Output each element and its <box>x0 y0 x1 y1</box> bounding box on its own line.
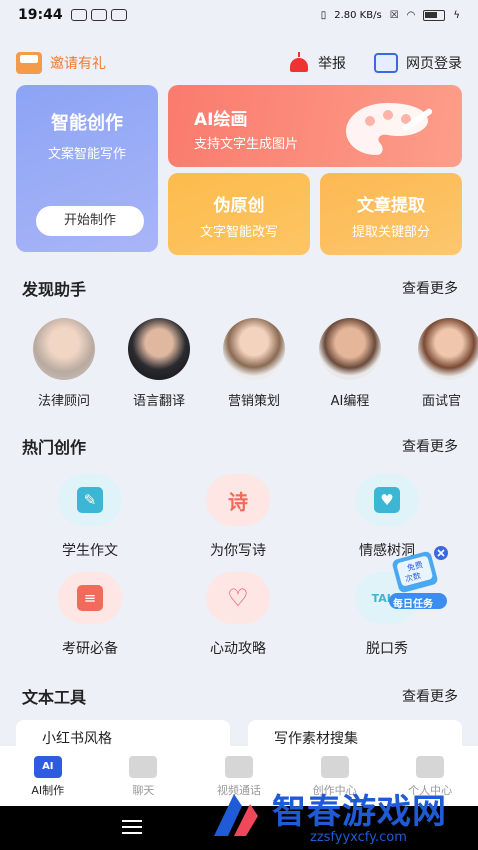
status-time: 19:44 <box>18 7 63 23</box>
discover-more-link[interactable]: 查看更多 <box>402 278 458 298</box>
tools-more-link[interactable]: 查看更多 <box>402 686 458 706</box>
hot-item-exam[interactable]: ≡ 考研必备 <box>35 572 145 658</box>
tools-title: 文本工具 <box>22 688 87 707</box>
top-bar: 邀请有礼 举报 网页登录 <box>16 48 462 78</box>
watermark-text: 智春游戏网 <box>272 792 447 832</box>
battery-icon <box>423 9 446 21</box>
discover-title: 发现助手 <box>22 280 87 299</box>
pencil-icon: ✎ <box>77 487 103 513</box>
assistant-label: AI编程 <box>330 394 370 409</box>
tools-header: 文本工具 查看更多 <box>22 684 458 708</box>
start-create-button[interactable]: 开始制作 <box>36 206 144 236</box>
chat-heart-icon: ♥ <box>374 487 400 513</box>
assistant-label: 面试官 <box>422 394 462 409</box>
envelope-icon <box>16 52 42 74</box>
assistant-lawyer[interactable]: 法律顾问 <box>24 318 104 409</box>
hot-item-essay[interactable]: ✎ 学生作文 <box>35 474 145 560</box>
nav-ai-create[interactable]: AI AI制作 <box>0 746 96 806</box>
assistant-interviewer[interactable]: 面试官 <box>412 318 478 409</box>
app-icon <box>90 9 107 21</box>
sim-icon: ☒ <box>389 9 399 21</box>
gallery-icon <box>70 9 87 21</box>
monitor-icon <box>374 53 398 73</box>
pseudo-original-card[interactable]: 伪原创 文字智能改写 <box>168 173 310 255</box>
hot-header: 热门创作 查看更多 <box>22 434 458 458</box>
feature-cards: 智能创作 文案智能写作 开始制作 AI绘画 支持文字生成图片 伪原创 文字智能改… <box>16 85 462 255</box>
web-login-button[interactable]: 网页登录 <box>374 53 462 73</box>
status-right: ▯ 2.80 KB/s ☒ ◠ ϟ <box>320 9 460 21</box>
hot-more-link[interactable]: 查看更多 <box>402 436 458 456</box>
watermark: 智春游戏网 zzsfyyxcfy.com <box>200 780 470 850</box>
assistant-list: 法律顾问 语言翻译 营销策划 AI编程 面试官 <box>0 318 478 409</box>
avatar <box>223 318 285 380</box>
hot-item-love[interactable]: ♡ 心动攻略 <box>183 572 293 658</box>
tiktok-icon <box>110 9 127 21</box>
charging-icon: ϟ <box>453 9 460 21</box>
invite-button[interactable]: 邀请有礼 <box>16 52 106 74</box>
heartbeat-icon: ♡ <box>227 584 249 612</box>
assistant-label: 营销策划 <box>227 394 280 409</box>
ai-draw-card[interactable]: AI绘画 支持文字生成图片 <box>168 85 462 167</box>
watermark-logo-icon <box>214 794 258 836</box>
hot-item-label: 学生作文 <box>62 543 118 559</box>
assistant-label: 法律顾问 <box>37 394 90 409</box>
avatar <box>418 318 478 380</box>
assistant-translator[interactable]: 语言翻译 <box>119 318 199 409</box>
hot-item-label: 为你写诗 <box>210 543 266 559</box>
nav-label: AI制作 <box>31 784 65 797</box>
daily-task-badge[interactable]: 免费 次数 每日任务 <box>385 545 451 615</box>
video-icon <box>224 756 253 778</box>
nav-chat[interactable]: 聊天 <box>96 746 192 806</box>
smart-create-title: 智能创作 <box>51 113 123 134</box>
hot-item-label: 脱口秀 <box>366 641 408 657</box>
article-extract-subtitle: 提取关键部分 <box>351 225 430 240</box>
assistant-marketing[interactable]: 营销策划 <box>214 318 294 409</box>
article-extract-card[interactable]: 文章提取 提取关键部分 <box>320 173 462 255</box>
discover-header: 发现助手 查看更多 <box>22 276 458 300</box>
article-extract-title: 文章提取 <box>357 196 425 216</box>
smart-create-subtitle: 文案智能写作 <box>47 147 126 162</box>
wifi-icon: ◠ <box>406 9 416 21</box>
pseudo-original-subtitle: 文字智能改写 <box>199 225 278 240</box>
avatar <box>33 318 95 380</box>
palette-icon <box>346 103 432 155</box>
daily-task-label: 每日任务 <box>393 599 433 610</box>
pseudo-original-title: 伪原创 <box>213 196 265 216</box>
chat-icon <box>129 756 158 778</box>
hot-item-label: 考研必备 <box>62 641 118 657</box>
network-speed: 2.80 KB/s <box>334 9 382 21</box>
siren-icon <box>288 52 310 74</box>
avatar <box>128 318 190 380</box>
watermark-url: zzsfyyxcfy.com <box>310 830 407 845</box>
scroll-icon: ≡ <box>77 585 103 611</box>
assistant-label: 语言翻译 <box>132 394 185 409</box>
ai-draw-title: AI绘画 <box>194 110 248 130</box>
poem-icon: 诗 <box>228 489 248 514</box>
web-login-label: 网页登录 <box>406 56 462 72</box>
status-bar: 19:44 ▯ 2.80 KB/s ☒ ◠ ϟ <box>0 0 478 30</box>
assistant-coding[interactable]: AI编程 <box>310 318 390 409</box>
hot-item-poem[interactable]: 诗 为你写诗 <box>183 474 293 560</box>
invite-label: 邀请有礼 <box>50 56 106 72</box>
hot-title: 热门创作 <box>22 438 87 457</box>
ai-draw-subtitle: 支持文字生成图片 <box>194 137 299 152</box>
nav-label: 聊天 <box>132 784 155 797</box>
report-button[interactable]: 举报 <box>288 52 346 74</box>
hot-item-label: 心动攻略 <box>210 641 266 657</box>
menu-icon[interactable] <box>122 820 142 834</box>
avatar <box>319 318 381 380</box>
report-label: 举报 <box>318 56 346 72</box>
smart-create-card[interactable]: 智能创作 文案智能写作 开始制作 <box>16 85 158 252</box>
edit-icon <box>320 756 349 778</box>
ai-icon: AI <box>33 756 62 778</box>
vibrate-icon: ▯ <box>320 9 327 21</box>
user-icon <box>416 756 445 778</box>
